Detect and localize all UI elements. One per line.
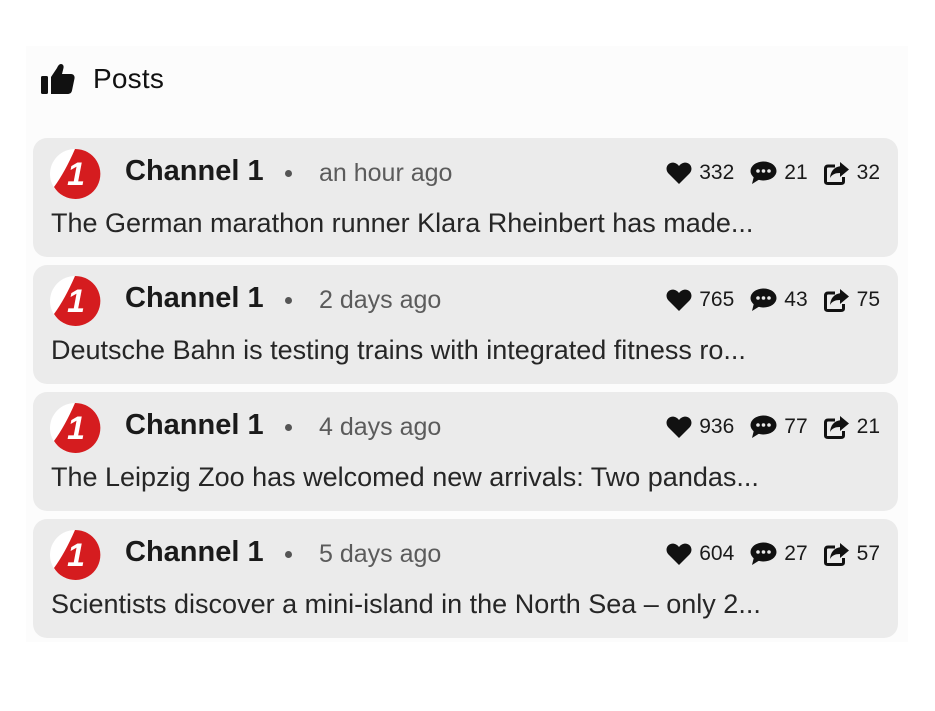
shares-count: 32 <box>856 161 880 184</box>
separator-dot <box>285 424 292 431</box>
share-icon <box>823 542 850 566</box>
likes-count: 936 <box>699 415 735 438</box>
post-time: 5 days ago <box>319 540 442 568</box>
comments-stat[interactable]: 27 <box>750 542 808 566</box>
comments-stat[interactable]: 43 <box>750 288 808 312</box>
svg-text:1: 1 <box>67 410 85 446</box>
post-card[interactable]: 1 Channel 1 2 days ago 765 43 75 Deutsch… <box>33 265 898 384</box>
comments-count: 77 <box>784 415 808 438</box>
svg-text:1: 1 <box>67 156 85 192</box>
post-text[interactable]: Deutsche Bahn is testing trains with int… <box>51 332 886 368</box>
channel-name[interactable]: Channel 1 <box>125 153 264 189</box>
likes-stat[interactable]: 604 <box>666 542 734 566</box>
heart-icon <box>666 162 692 185</box>
channel-logo: 1 <box>49 402 101 454</box>
shares-count: 75 <box>856 288 880 311</box>
comment-icon <box>750 161 777 185</box>
post-card[interactable]: 1 Channel 1 an hour ago 332 21 32 The Ge… <box>33 138 898 257</box>
heart-icon <box>666 289 692 312</box>
posts-header: Posts <box>40 62 164 96</box>
post-time: 2 days ago <box>319 286 442 314</box>
comment-icon <box>750 415 777 439</box>
share-icon <box>823 288 850 312</box>
shares-count: 21 <box>856 415 880 438</box>
post-time: an hour ago <box>319 159 453 187</box>
likes-count: 332 <box>699 161 735 184</box>
posts-panel: Posts 1 Channel 1 an hour ago 332 21 32 … <box>26 46 908 642</box>
channel-name[interactable]: Channel 1 <box>125 280 264 316</box>
separator-dot <box>285 297 292 304</box>
shares-count: 57 <box>856 542 880 565</box>
shares-stat[interactable]: 32 <box>823 161 880 185</box>
likes-stat[interactable]: 765 <box>666 288 734 312</box>
post-text[interactable]: Scientists discover a mini-island in the… <box>51 586 886 622</box>
shares-stat[interactable]: 57 <box>823 542 880 566</box>
heart-icon <box>666 543 692 566</box>
likes-stat[interactable]: 936 <box>666 415 734 439</box>
post-stats: 604 27 57 <box>666 539 880 569</box>
channel-logo: 1 <box>49 148 101 200</box>
comments-stat[interactable]: 77 <box>750 415 808 439</box>
heart-icon <box>666 416 692 439</box>
comments-count: 21 <box>784 161 808 184</box>
likes-stat[interactable]: 332 <box>666 161 734 185</box>
post-text[interactable]: The German marathon runner Klara Rheinbe… <box>51 205 886 241</box>
comments-count: 27 <box>784 542 808 565</box>
page-title: Posts <box>93 63 165 94</box>
post-text[interactable]: The Leipzig Zoo has welcomed new arrival… <box>51 459 886 495</box>
channel-name[interactable]: Channel 1 <box>125 407 264 443</box>
channel-logo: 1 <box>49 275 101 327</box>
channel-name[interactable]: Channel 1 <box>125 534 264 570</box>
comments-stat[interactable]: 21 <box>750 161 808 185</box>
comment-icon <box>750 288 777 312</box>
share-icon <box>823 161 850 185</box>
post-card[interactable]: 1 Channel 1 4 days ago 936 77 21 The Lei… <box>33 392 898 511</box>
separator-dot <box>285 170 292 177</box>
share-icon <box>823 415 850 439</box>
post-card[interactable]: 1 Channel 1 5 days ago 604 27 57 Scienti… <box>33 519 898 638</box>
post-stats: 936 77 21 <box>666 412 880 442</box>
svg-text:1: 1 <box>67 537 85 573</box>
comments-count: 43 <box>784 288 808 311</box>
post-stats: 332 21 32 <box>666 158 880 188</box>
shares-stat[interactable]: 75 <box>823 288 880 312</box>
comment-icon <box>750 542 777 566</box>
channel-logo: 1 <box>49 529 101 581</box>
shares-stat[interactable]: 21 <box>823 415 880 439</box>
separator-dot <box>285 551 292 558</box>
svg-text:1: 1 <box>67 283 85 319</box>
likes-count: 604 <box>699 542 735 565</box>
post-time: 4 days ago <box>319 413 442 441</box>
likes-count: 765 <box>699 288 735 311</box>
thumbs-up-icon <box>40 62 76 96</box>
post-stats: 765 43 75 <box>666 285 880 315</box>
